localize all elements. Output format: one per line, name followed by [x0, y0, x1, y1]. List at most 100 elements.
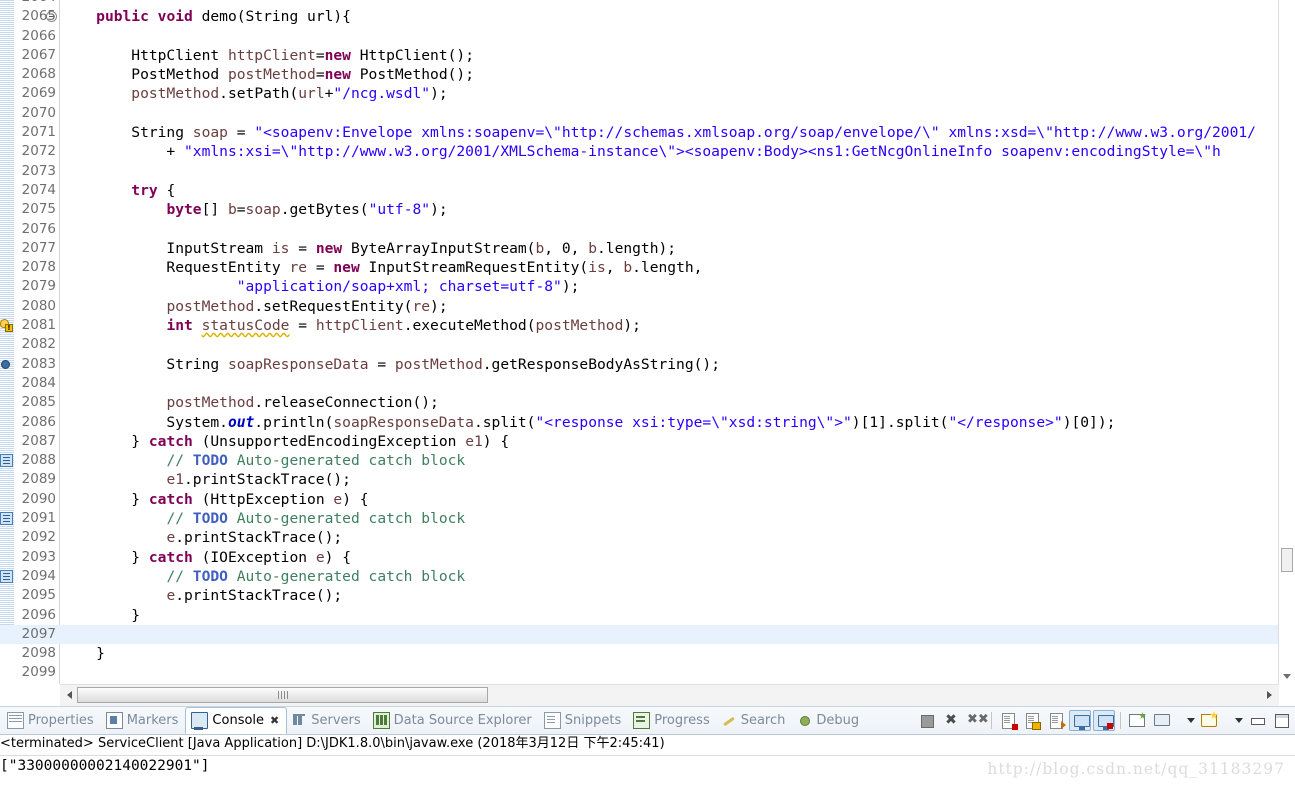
code-line[interactable]: 2065 public void demo(String url){	[0, 7, 1279, 26]
code-line[interactable]: 2092 e.printStackTrace();	[0, 528, 1279, 547]
code-line[interactable]: 2070	[0, 104, 1279, 123]
display-selected-console-button[interactable]	[1150, 710, 1172, 731]
pin-console-button[interactable]	[1126, 710, 1148, 731]
code-line[interactable]: 2098 }	[0, 644, 1279, 663]
code-line[interactable]: ! 2081 int statusCode = httpClient.execut…	[0, 316, 1279, 335]
code-line[interactable]: 2094 // TODO Auto-generated catch block	[0, 567, 1279, 586]
code-text[interactable]: postMethod.setRequestEntity(re);	[61, 297, 447, 316]
code-line[interactable]: 2068 PostMethod postMethod=new PostMetho…	[0, 65, 1279, 84]
code-text[interactable]: public void demo(String url){	[61, 7, 351, 26]
code-line[interactable]: 2080 postMethod.setRequestEntity(re);	[0, 297, 1279, 316]
code-text[interactable]: } catch (HttpException e) {	[61, 490, 368, 509]
code-line[interactable]: 2071 String soap = "<soapenv:Envelope xm…	[0, 123, 1279, 142]
scroll-left-arrow-icon[interactable]	[63, 689, 76, 702]
code-text[interactable]: + "xmlns:xsi=\"http://www.w3.org/2001/XM…	[61, 142, 1220, 161]
code-text[interactable]: // TODO Auto-generated catch block	[61, 567, 465, 586]
code-text[interactable]: int statusCode = httpClient.executeMetho…	[61, 316, 641, 335]
code-text[interactable]: System.out.println(soapResponseData.spli…	[61, 413, 1115, 432]
code-line[interactable]: 2084	[0, 374, 1279, 393]
open-console-button[interactable]	[1198, 710, 1220, 731]
code-text[interactable]: byte[] b=soap.getBytes("utf-8");	[61, 200, 447, 219]
code-text[interactable]: InputStream is = new ByteArrayInputStrea…	[61, 239, 676, 258]
code-line[interactable]: 2076	[0, 220, 1279, 239]
code-line[interactable]: 2082	[0, 335, 1279, 354]
view-tabs[interactable]: Properties Markers Console ✖ Servers Data Sou…	[2, 707, 866, 734]
code-line[interactable]: 2089 e1.printStackTrace();	[0, 470, 1279, 489]
code-line[interactable]: 2072 + "xmlns:xsi=\"http://www.w3.org/20…	[0, 142, 1279, 161]
code-line[interactable]: 2074 try {	[0, 181, 1279, 200]
tab-snippets[interactable]: Snippets	[539, 708, 628, 733]
tab-progress[interactable]: Progress	[628, 708, 716, 733]
code-line[interactable]: 2093 } catch (IOException e) {	[0, 548, 1279, 567]
display-selected-console-dropdown[interactable]	[1174, 710, 1196, 731]
code-line[interactable]: 2073	[0, 162, 1279, 181]
code-text[interactable]: try {	[61, 181, 175, 200]
code-text[interactable]: e.printStackTrace();	[61, 586, 342, 605]
code-text[interactable]: }	[61, 644, 105, 663]
code-text[interactable]: RequestEntity re = new InputStreamReques…	[61, 258, 702, 277]
vertical-scrollbar-thumb[interactable]	[1281, 548, 1293, 572]
terminate-button[interactable]	[916, 710, 938, 731]
clear-console-button[interactable]	[997, 710, 1019, 731]
code-editor[interactable]: 20642065 public void demo(String url){20…	[0, 0, 1295, 706]
code-line[interactable]: 2075 byte[] b=soap.getBytes("utf-8");	[0, 200, 1279, 219]
code-line[interactable]: 2066	[0, 27, 1279, 46]
code-line[interactable]: 2091 // TODO Auto-generated catch block	[0, 509, 1279, 528]
code-line[interactable]: 2090 } catch (HttpException e) {	[0, 490, 1279, 509]
code-line[interactable]: 2099	[0, 663, 1279, 682]
code-line[interactable]: 2096 }	[0, 606, 1279, 625]
code-text[interactable]: } catch (UnsupportedEncodingException e1…	[61, 432, 509, 451]
editor-vertical-scrollbar[interactable]	[1278, 0, 1295, 684]
code-line[interactable]: 2067 HttpClient httpClient=new HttpClien…	[0, 46, 1279, 65]
code-line[interactable]: 2064	[0, 0, 1279, 7]
code-text[interactable]: e.printStackTrace();	[61, 528, 342, 547]
code-text[interactable]: postMethod.setPath(url+"/ncg.wsdl");	[61, 84, 447, 103]
code-line[interactable]: 2088 // TODO Auto-generated catch block	[0, 451, 1279, 470]
code-text[interactable]: } catch (IOException e) {	[61, 548, 351, 567]
tab-servers[interactable]: Servers	[287, 708, 367, 733]
editor-viewport[interactable]: 20642065 public void demo(String url){20…	[0, 0, 1279, 684]
code-text[interactable]: HttpClient httpClient=new HttpClient();	[61, 46, 474, 65]
minimize-button[interactable]	[1246, 710, 1268, 731]
code-text[interactable]: postMethod.releaseConnection();	[61, 393, 438, 412]
close-icon[interactable]: ✖	[270, 714, 279, 727]
word-wrap-button[interactable]	[1045, 710, 1067, 731]
code-lines-container[interactable]: 20642065 public void demo(String url){20…	[0, 0, 1279, 684]
console-toolbar[interactable]: ✖ ✖✖	[915, 709, 1293, 732]
tab-data-source-explorer[interactable]: Data Source Explorer	[368, 708, 539, 733]
code-line[interactable]: 2086 System.out.println(soapResponseData…	[0, 413, 1279, 432]
code-text[interactable]: // TODO Auto-generated catch block	[61, 451, 465, 470]
tab-search[interactable]: Search	[717, 708, 793, 733]
code-line[interactable]: 2077 InputStream is = new ByteArrayInput…	[0, 239, 1279, 258]
code-text[interactable]: }	[61, 606, 140, 625]
show-console-on-error-button[interactable]	[1093, 710, 1115, 731]
code-text[interactable]: e1.printStackTrace();	[61, 470, 351, 489]
code-line[interactable]: 2085 postMethod.releaseConnection();	[0, 393, 1279, 412]
code-line[interactable]: 2083 String soapResponseData = postMetho…	[0, 355, 1279, 374]
remove-launch-button[interactable]: ✖	[940, 710, 962, 731]
code-text[interactable]: PostMethod postMethod=new PostMethod();	[61, 65, 474, 84]
code-line[interactable]: 2078 RequestEntity re = new InputStreamR…	[0, 258, 1279, 277]
editor-horizontal-scrollbar[interactable]	[60, 684, 1279, 706]
tab-console[interactable]: Console ✖	[185, 707, 288, 734]
code-text[interactable]: "application/soap+xml; charset=utf-8");	[61, 277, 580, 296]
remove-all-terminated-button[interactable]: ✖✖	[964, 710, 989, 731]
code-line[interactable]: 2097	[0, 624, 1279, 645]
code-line[interactable]: 2087 } catch (UnsupportedEncodingExcepti…	[0, 432, 1279, 451]
horizontal-scrollbar-thumb[interactable]	[77, 687, 488, 703]
code-line[interactable]: 2095 e.printStackTrace();	[0, 586, 1279, 605]
tab-markers[interactable]: Markers	[101, 708, 186, 733]
scroll-down-arrow-icon[interactable]	[1283, 674, 1291, 679]
code-text[interactable]: String soapResponseData = postMethod.get…	[61, 355, 720, 374]
code-text[interactable]: // TODO Auto-generated catch block	[61, 509, 465, 528]
maximize-button[interactable]	[1270, 710, 1292, 731]
scroll-lock-button[interactable]	[1021, 710, 1043, 731]
code-text[interactable]: String soap = "<soapenv:Envelope xmlns:s…	[61, 123, 1256, 142]
tab-properties[interactable]: Properties	[2, 708, 101, 733]
show-console-on-output-button[interactable]	[1069, 710, 1091, 731]
open-console-dropdown[interactable]	[1222, 710, 1244, 731]
code-line[interactable]: 2079 "application/soap+xml; charset=utf-…	[0, 277, 1279, 296]
tab-debug[interactable]: Debug	[792, 708, 866, 733]
scroll-right-arrow-icon[interactable]	[1263, 689, 1276, 702]
code-line[interactable]: 2069 postMethod.setPath(url+"/ncg.wsdl")…	[0, 84, 1279, 103]
